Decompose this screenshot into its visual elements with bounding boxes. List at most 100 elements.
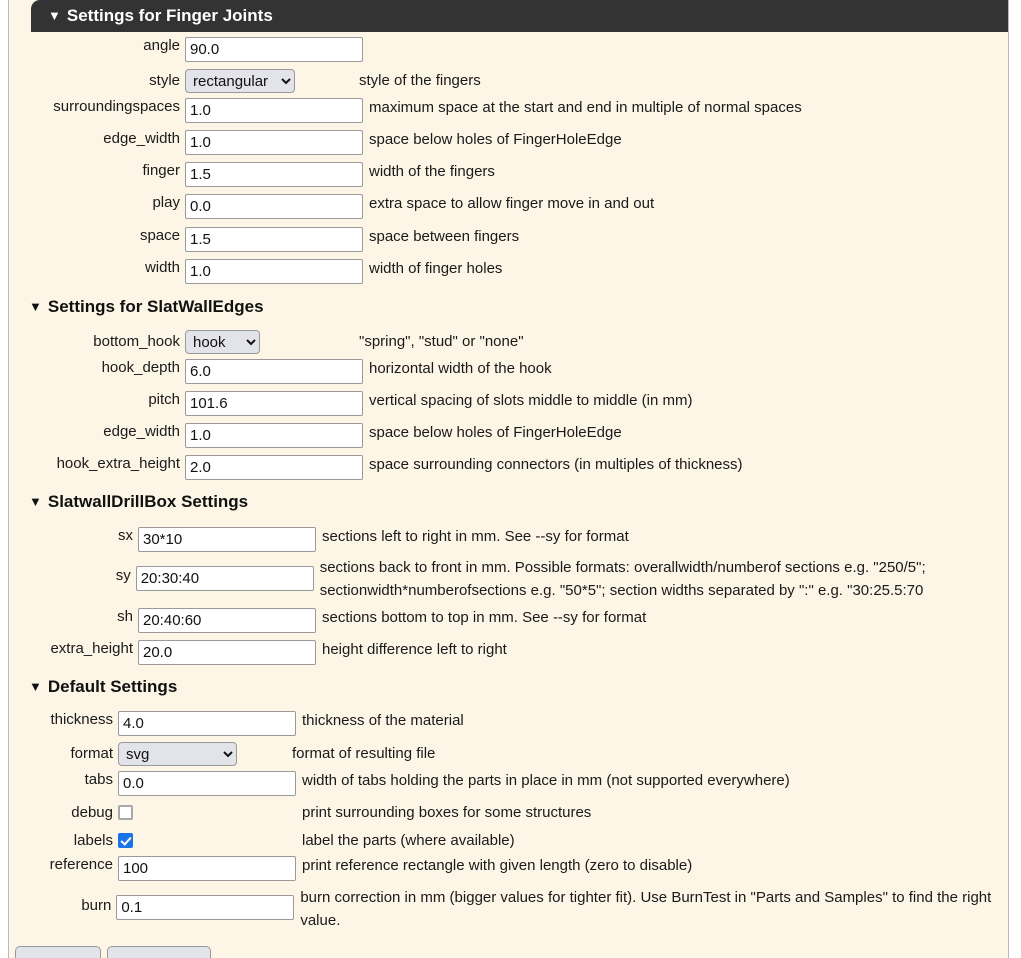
row-label: format — [70, 745, 113, 762]
setting-row-space: space space between fingers — [9, 227, 999, 252]
row-description: style of the fingers — [359, 72, 481, 89]
row-description: sections bottom to top in mm. See --sy f… — [322, 609, 647, 626]
row-description: space below holes of FingerHoleEdge — [369, 131, 622, 148]
input-sy[interactable] — [135, 566, 314, 591]
setting-row-bottom-hook: bottom_hook hook "spring", "stud" or "no… — [9, 330, 999, 354]
setting-row-width: width width of finger holes — [9, 259, 999, 284]
row-label: style — [149, 72, 180, 89]
input-burn[interactable] — [116, 895, 295, 920]
input-sx[interactable] — [138, 527, 316, 552]
checkbox-debug[interactable] — [118, 805, 133, 820]
setting-row-edge-width: edge_width space below holes of FingerHo… — [9, 130, 999, 155]
checkbox-labels[interactable] — [118, 833, 133, 848]
input-finger[interactable] — [185, 162, 363, 187]
row-description: vertical spacing of slots middle to midd… — [369, 392, 693, 409]
row-description: sections left to right in mm. See --sy f… — [322, 528, 629, 545]
input-hook-depth[interactable] — [185, 359, 363, 384]
setting-row-surroundingspaces: surroundingspaces maximum space at the s… — [9, 98, 999, 123]
setting-row-reference: reference print reference rectangle with… — [9, 856, 999, 881]
row-label: angle — [143, 37, 180, 54]
row-label: edge_width — [103, 130, 180, 147]
row-description: width of tabs holding the parts in place… — [302, 772, 790, 789]
input-play[interactable] — [185, 194, 363, 219]
row-description: space between fingers — [369, 228, 520, 245]
settings-panel: ▼ Settings for Finger Joints angle style … — [8, 0, 1009, 958]
row-label: tabs — [84, 771, 113, 788]
setting-row-style: style rectangular style of the fingers — [9, 69, 999, 93]
setting-row-labels: labels label the parts (where available) — [9, 832, 999, 852]
setting-row-sy: sy sections back to front in mm. Possibl… — [9, 556, 999, 602]
select-format[interactable]: svg — [118, 742, 237, 766]
checkbox-labels-cell — [118, 832, 296, 852]
footer-button-secondary[interactable] — [107, 946, 211, 958]
row-description: print surrounding boxes for some structu… — [302, 804, 592, 821]
footer-button-primary[interactable] — [15, 946, 101, 958]
row-label: play — [152, 194, 180, 211]
row-label: edge_width — [103, 423, 180, 440]
collapse-triangle-icon: ▼ — [29, 299, 42, 314]
input-thickness[interactable] — [118, 711, 296, 736]
row-description: sections back to front in mm. Possible f… — [319, 559, 926, 599]
row-description: space surrounding connectors (in multipl… — [369, 456, 743, 473]
setting-row-finger: finger width of the fingers — [9, 162, 999, 187]
input-sh[interactable] — [138, 608, 316, 633]
setting-row-hook-depth: hook_depth horizontal width of the hook — [9, 359, 999, 384]
row-description: maximum space at the start and end in mu… — [369, 99, 802, 116]
row-label: extra_height — [50, 640, 133, 657]
input-reference[interactable] — [118, 856, 296, 881]
input-hook-extra-height[interactable] — [185, 455, 363, 480]
input-width[interactable] — [185, 259, 363, 284]
row-description: "spring", "stud" or "none" — [359, 333, 524, 350]
row-label: space — [139, 227, 180, 244]
input-extra-height[interactable] — [138, 640, 316, 665]
row-description: format of resulting file — [292, 745, 436, 762]
row-label: thickness — [50, 711, 113, 728]
group-header-label: Default Settings — [47, 677, 178, 696]
row-label: finger — [142, 162, 180, 179]
row-description: space below holes of FingerHoleEdge — [369, 424, 622, 441]
row-description: horizontal width of the hook — [369, 360, 552, 377]
setting-row-extra-height: extra_height height difference left to r… — [9, 640, 999, 665]
setting-row-sx: sx sections left to right in mm. See --s… — [9, 527, 999, 552]
setting-row-slatwall-edge-width: edge_width space below holes of FingerHo… — [9, 423, 999, 448]
group-header-slatwalledges[interactable]: ▼ Settings for SlatWallEdges — [29, 297, 264, 317]
setting-row-thickness: thickness thickness of the material — [9, 711, 999, 736]
checkbox-debug-cell — [118, 804, 296, 824]
select-style[interactable]: rectangular — [185, 69, 295, 93]
row-label: pitch — [148, 391, 180, 408]
group-header-finger-joints[interactable]: ▼ Settings for Finger Joints — [31, 0, 1008, 32]
setting-row-format: format svg format of resulting file — [9, 742, 999, 766]
setting-row-hook-extra-height: hook_extra_height space surrounding conn… — [9, 455, 999, 480]
input-surroundingspaces[interactable] — [185, 98, 363, 123]
row-description: print reference rectangle with given len… — [302, 857, 693, 874]
collapse-triangle-icon: ▼ — [29, 494, 42, 509]
input-slatwall-edge-width[interactable] — [185, 423, 363, 448]
setting-row-tabs: tabs width of tabs holding the parts in … — [9, 771, 999, 796]
row-description: width of the fingers — [369, 163, 495, 180]
row-label: bottom_hook — [93, 333, 180, 350]
row-description: width of finger holes — [369, 260, 503, 277]
row-label: debug — [71, 804, 113, 821]
row-description: height difference left to right — [322, 641, 507, 658]
group-header-label: SlatwallDrillBox Settings — [47, 492, 249, 511]
input-angle[interactable] — [185, 37, 363, 62]
row-description: label the parts (where available) — [302, 832, 515, 849]
setting-row-angle: angle — [9, 37, 999, 62]
row-label: hook_depth — [101, 359, 180, 376]
row-description: extra space to allow finger move in and … — [369, 195, 655, 212]
setting-row-burn: burn burn correction in mm (bigger value… — [9, 886, 999, 932]
select-bottom-hook[interactable]: hook — [185, 330, 260, 354]
input-tabs[interactable] — [118, 771, 296, 796]
input-space[interactable] — [185, 227, 363, 252]
input-pitch[interactable] — [185, 391, 363, 416]
setting-row-play: play extra space to allow finger move in… — [9, 194, 999, 219]
row-description: thickness of the material — [302, 712, 464, 729]
group-header-default-settings[interactable]: ▼ Default Settings — [29, 677, 177, 697]
row-label: sy — [115, 567, 131, 584]
row-label: width — [144, 259, 180, 276]
row-label: labels — [73, 832, 113, 849]
input-edge-width[interactable] — [185, 130, 363, 155]
row-label: hook_extra_height — [56, 455, 180, 472]
row-label: surroundingspaces — [53, 98, 180, 115]
group-header-slatwalldrillbox[interactable]: ▼ SlatwallDrillBox Settings — [29, 492, 248, 512]
